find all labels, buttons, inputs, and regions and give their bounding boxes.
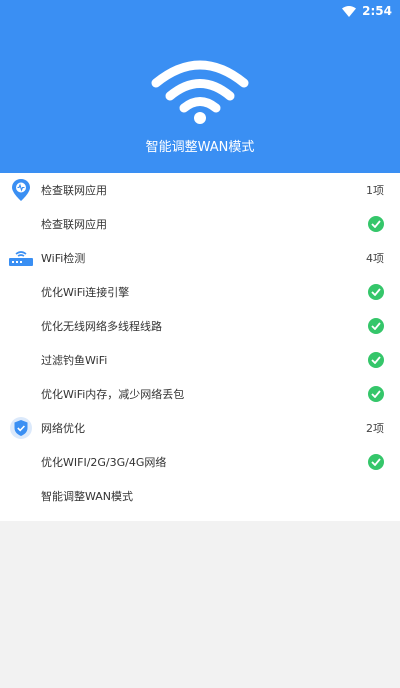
section-header-network-optimize: 网络优化 2项	[0, 411, 400, 445]
item-label: 检查联网应用	[41, 218, 107, 231]
status-time: 2:54	[362, 4, 392, 18]
router-icon	[9, 251, 33, 266]
shield-check-icon	[10, 417, 32, 439]
list-item: 检查联网应用	[0, 207, 400, 241]
item-label: 过滤钓鱼WiFi	[41, 354, 108, 367]
list-item: 优化WiFi连接引擎	[0, 275, 400, 309]
location-pin-icon	[12, 179, 30, 201]
list-item: 优化WIFI/2G/3G/4G网络	[0, 445, 400, 479]
status-bar: 2:54	[342, 0, 392, 22]
list-item: 优化无线网络多线程线路	[0, 309, 400, 343]
item-label: 优化WiFi内存，减少网络丢包	[41, 388, 185, 401]
item-label: 优化WIFI/2G/3G/4G网络	[41, 456, 167, 469]
check-icon	[368, 318, 384, 334]
section-title: 检查联网应用	[41, 184, 107, 197]
item-label: 优化无线网络多线程线路	[41, 320, 162, 333]
header-banner: 2:54 智能调整WAN模式	[0, 0, 400, 173]
wifi-icon	[151, 60, 249, 124]
check-icon	[368, 386, 384, 402]
check-icon	[368, 216, 384, 232]
optimization-list: 检查联网应用 1项 检查联网应用 WiFi检测 4项 优化WiFi连接引擎 优化…	[0, 173, 400, 521]
section-title: WiFi检测	[41, 252, 86, 265]
section-count: 4项	[366, 252, 384, 265]
section-count: 2项	[366, 422, 384, 435]
section-header-app-check: 检查联网应用 1项	[0, 173, 400, 207]
list-item: 智能调整WAN模式	[0, 479, 400, 513]
check-icon	[368, 454, 384, 470]
wifi-signal-icon	[342, 5, 357, 17]
section-header-wifi-check: WiFi检测 4项	[0, 241, 400, 275]
list-item: 过滤钓鱼WiFi	[0, 343, 400, 377]
item-label: 优化WiFi连接引擎	[41, 286, 130, 299]
list-item: 优化WiFi内存，减少网络丢包	[0, 377, 400, 411]
check-icon	[368, 284, 384, 300]
item-label: 智能调整WAN模式	[41, 490, 134, 503]
header-title: 智能调整WAN模式	[145, 140, 255, 155]
section-count: 1项	[366, 184, 384, 197]
section-title: 网络优化	[41, 422, 85, 435]
check-icon	[368, 352, 384, 368]
